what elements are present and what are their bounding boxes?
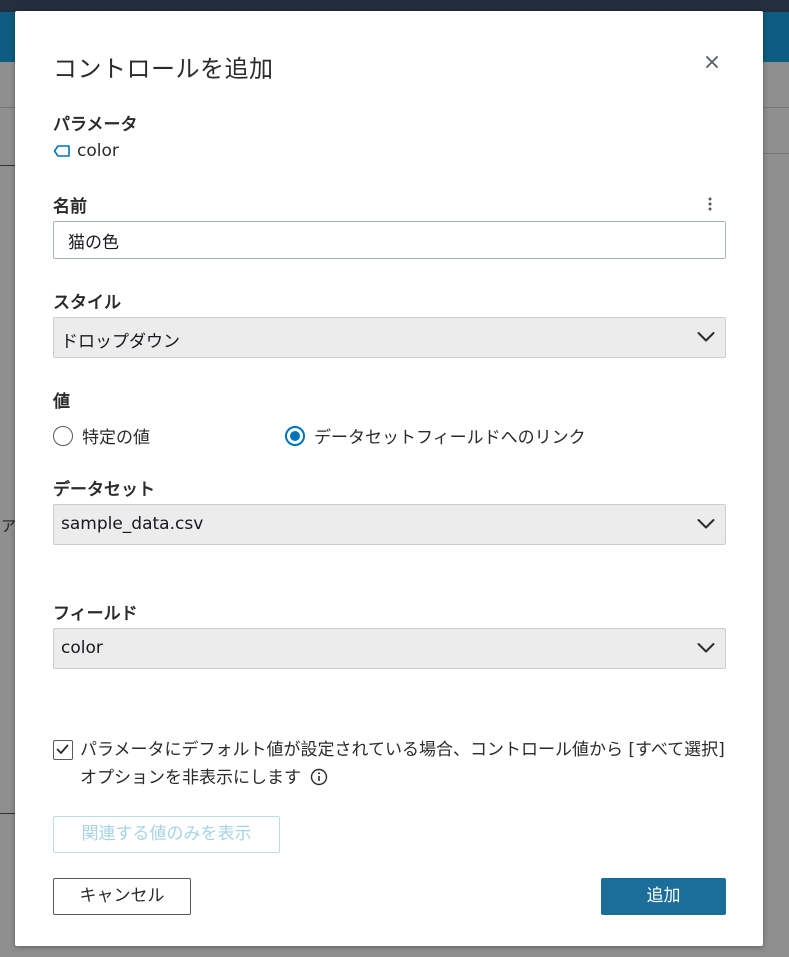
style-select[interactable]: ドロップダウン	[53, 317, 726, 358]
name-label: 名前	[53, 197, 87, 217]
field-select-value: color	[61, 638, 103, 658]
radio-specific-values[interactable]: 特定の値	[53, 423, 150, 448]
name-input[interactable]	[53, 221, 726, 259]
style-label: スタイル	[53, 293, 121, 313]
tag-icon	[53, 145, 70, 157]
add-control-dialog: コントロールを追加 パラメータ color 名前 スタイル ドロップダウン 値 …	[15, 11, 763, 946]
background-divider	[763, 153, 789, 154]
field-label: フィールド	[53, 604, 138, 624]
radio-button-selected[interactable]	[285, 425, 305, 446]
radio-label: データセットフィールドへのリンク	[314, 428, 586, 448]
chevron-down-icon	[697, 643, 715, 653]
values-label: 値	[53, 392, 70, 412]
hide-select-all-checkbox[interactable]	[53, 740, 73, 760]
dialog-title: コントロールを追加	[53, 55, 274, 83]
parameter-value: color	[53, 141, 119, 161]
background-text: ア	[1, 517, 17, 535]
hide-select-all-label: パラメータにデフォルト値が設定されている場合、コントロール値から [すべて選択]…	[80, 740, 725, 788]
chevron-down-icon	[697, 519, 715, 529]
field-select[interactable]: color	[53, 628, 726, 669]
hide-select-all-text: パラメータにデフォルト値が設定されている場合、コントロール値から [すべて選択]…	[80, 736, 735, 792]
dataset-label: データセット	[53, 480, 155, 500]
dataset-select[interactable]: sample_data.csv	[53, 504, 726, 545]
info-icon[interactable]	[310, 767, 328, 786]
name-options-button[interactable]	[703, 194, 717, 214]
cancel-button[interactable]: キャンセル	[53, 878, 191, 915]
radio-button[interactable]	[53, 425, 73, 446]
parameter-name: color	[77, 141, 119, 161]
background-divider	[0, 813, 15, 814]
close-icon	[706, 56, 718, 68]
radio-dataset-field-link[interactable]: データセットフィールドへのリンク	[285, 423, 586, 448]
show-relevant-values-button[interactable]: 関連する値のみを表示	[53, 816, 280, 853]
dataset-select-value: sample_data.csv	[61, 514, 204, 534]
background-divider	[0, 165, 15, 166]
checkmark-icon	[56, 744, 69, 754]
style-select-value: ドロップダウン	[61, 332, 180, 352]
more-vertical-icon	[708, 197, 712, 211]
parameter-label: パラメータ	[53, 115, 138, 135]
radio-label: 特定の値	[82, 428, 150, 448]
chevron-down-icon	[697, 332, 715, 342]
add-button[interactable]: 追加	[601, 878, 726, 915]
close-button[interactable]	[701, 51, 723, 73]
